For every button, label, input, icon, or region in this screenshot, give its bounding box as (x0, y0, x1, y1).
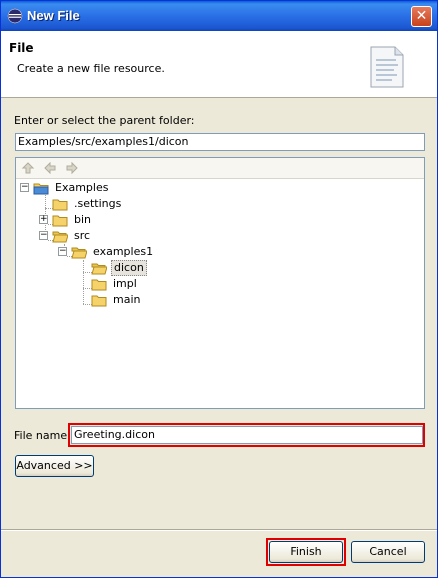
advanced-button[interactable]: Advanced >> (15, 455, 94, 477)
button-bar-separator (1, 529, 437, 531)
tree-node-label: src (74, 229, 91, 242)
tree-toolbar (16, 158, 424, 179)
tree-node-label: main (113, 293, 141, 306)
new-file-dialog: New File ✕ File Create a new file resour… (0, 0, 438, 578)
parent-folder-input[interactable]: Examples/src/examples1/dicon (15, 133, 425, 151)
project-folder-icon (33, 183, 49, 195)
wizard-header: File Create a new file resource. (1, 31, 437, 98)
finish-highlight (266, 538, 346, 566)
tree-node-label: examples1 (93, 245, 154, 258)
parent-folder-label: Enter or select the parent folder: (14, 114, 195, 127)
open-folder-icon (71, 247, 87, 259)
folder-icon (52, 215, 68, 227)
forward-arrow-icon[interactable] (65, 161, 79, 175)
back-arrow-icon[interactable] (43, 161, 57, 175)
tree-node-label: dicon (111, 260, 147, 276)
open-folder-icon (91, 263, 107, 275)
cancel-button[interactable]: Cancel (351, 541, 425, 563)
file-name-highlight (68, 423, 425, 447)
close-button[interactable]: ✕ (411, 6, 432, 27)
page-title: File (9, 41, 34, 55)
go-up-icon[interactable] (21, 161, 35, 175)
window-title: New File (27, 8, 80, 23)
tree-node-label: bin (74, 213, 92, 226)
expand-toggle[interactable]: + (39, 215, 48, 224)
folder-tree[interactable]: − Examples .settings + bin − src − examp… (15, 157, 425, 409)
close-icon: ✕ (415, 8, 428, 24)
collapse-toggle[interactable]: − (39, 231, 48, 240)
folder-icon (52, 199, 68, 211)
tree-node-label: impl (113, 277, 137, 290)
eclipse-icon (7, 8, 23, 24)
new-file-icon (370, 46, 404, 88)
page-description: Create a new file resource. (17, 62, 165, 75)
collapse-toggle[interactable]: − (58, 247, 67, 256)
title-bar[interactable]: New File ✕ (1, 1, 437, 31)
folder-icon (91, 295, 107, 307)
tree-node-label: .settings (74, 197, 122, 210)
file-name-label: File name: (14, 429, 71, 442)
folder-icon (91, 279, 107, 291)
collapse-toggle[interactable]: − (20, 183, 29, 192)
open-folder-icon (52, 231, 68, 243)
tree-node-label: Examples (55, 181, 109, 194)
